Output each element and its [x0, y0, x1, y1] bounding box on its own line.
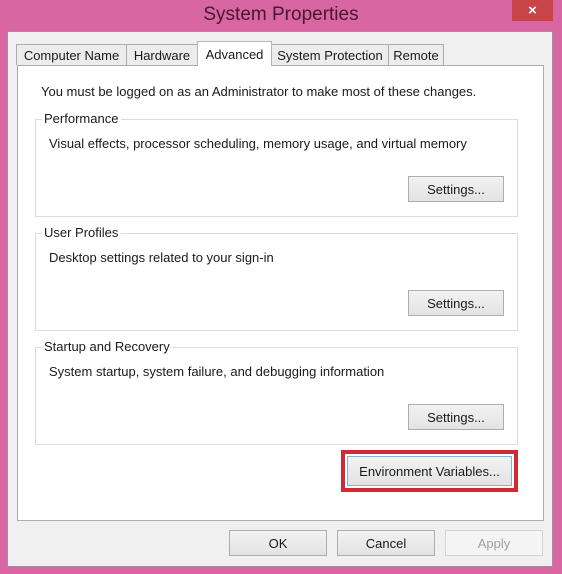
dialog-body: Computer Name Hardware Advanced System P…: [7, 31, 553, 567]
ok-button[interactable]: OK: [229, 530, 327, 556]
tab-advanced[interactable]: Advanced: [197, 41, 272, 66]
group-title: Performance: [42, 111, 122, 126]
performance-settings-button[interactable]: Settings...: [408, 176, 504, 202]
tab-label: Remote: [393, 47, 439, 63]
close-icon: ×: [528, 2, 537, 19]
user-profiles-group: User Profiles Desktop settings related t…: [35, 225, 518, 331]
group-title: Startup and Recovery: [42, 339, 173, 354]
tab-label: Hardware: [133, 47, 191, 63]
performance-group: Performance Visual effects, processor sc…: [35, 111, 518, 217]
apply-button[interactable]: Apply: [445, 530, 543, 556]
tab-label: Computer Name: [23, 47, 120, 63]
startup-recovery-settings-button[interactable]: Settings...: [408, 404, 504, 430]
close-button[interactable]: ×: [512, 0, 553, 21]
admin-note: You must be logged on as an Administrato…: [41, 84, 477, 99]
group-title: User Profiles: [42, 225, 122, 240]
window-title: System Properties: [203, 4, 359, 25]
user-profiles-settings-button[interactable]: Settings...: [408, 290, 504, 316]
tab-label: Advanced: [205, 46, 264, 62]
tab-label: System Protection: [277, 47, 383, 63]
tab-remote[interactable]: Remote: [388, 44, 444, 65]
cancel-button[interactable]: Cancel: [337, 530, 435, 556]
tab-computer-name[interactable]: Computer Name: [16, 44, 127, 65]
tab-system-protection[interactable]: System Protection: [271, 44, 389, 65]
group-description: System startup, system failure, and debu…: [49, 364, 385, 379]
environment-variables-button[interactable]: Environment Variables...: [347, 456, 512, 486]
tab-hardware[interactable]: Hardware: [126, 44, 198, 65]
group-description: Visual effects, processor scheduling, me…: [49, 136, 467, 151]
title-bar[interactable]: System Properties ×: [0, 0, 562, 31]
startup-recovery-group: Startup and Recovery System startup, sys…: [35, 339, 518, 445]
group-description: Desktop settings related to your sign-in: [49, 250, 274, 265]
